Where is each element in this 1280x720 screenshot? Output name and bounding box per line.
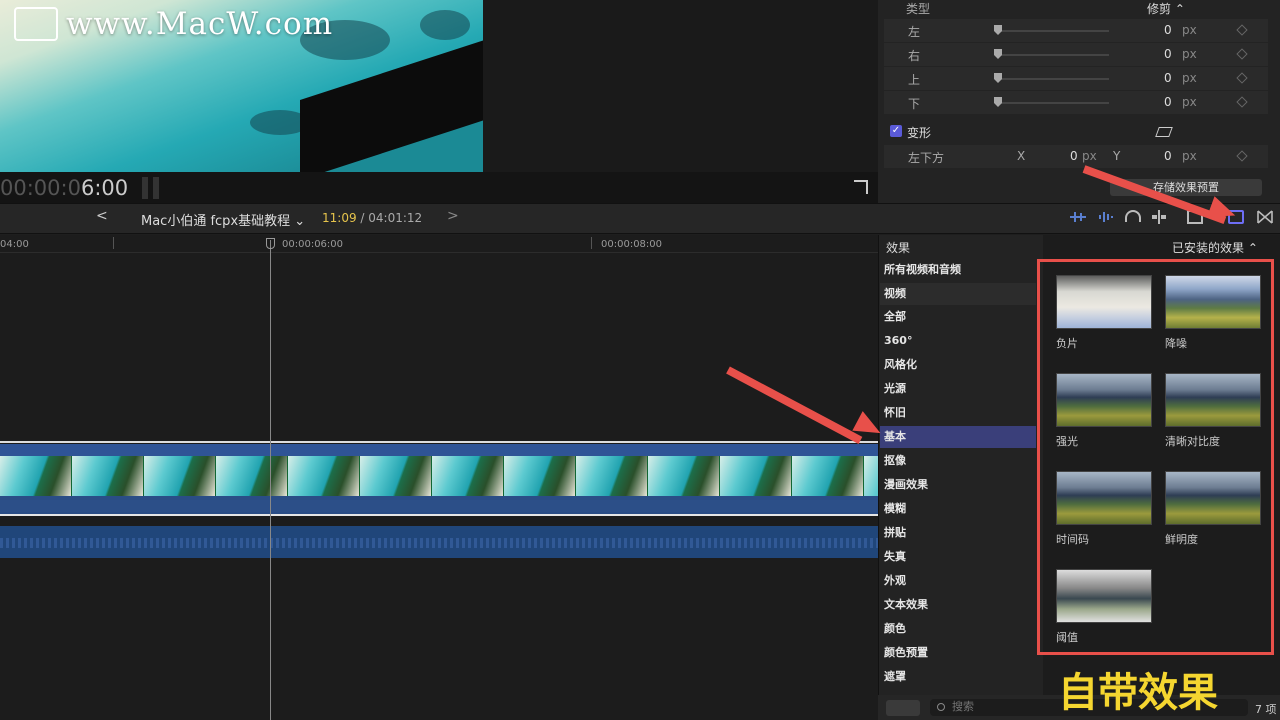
keyframe-icon[interactable] bbox=[1236, 150, 1248, 162]
playhead[interactable] bbox=[270, 240, 271, 720]
sidebar-toggle-button[interactable] bbox=[886, 700, 920, 716]
effects-category-item[interactable]: 360° bbox=[880, 330, 1036, 352]
playhead-handle[interactable] bbox=[266, 238, 275, 249]
effects-category-item[interactable]: 文本效果 bbox=[880, 594, 1036, 616]
effects-category-item[interactable]: 怀旧 bbox=[880, 402, 1036, 424]
effects-category-item[interactable]: 失真 bbox=[880, 546, 1036, 568]
keyframe-icon[interactable] bbox=[1236, 24, 1248, 36]
annotation-frame bbox=[1037, 259, 1274, 655]
effects-category-item[interactable]: 拼贴 bbox=[880, 522, 1036, 544]
snapping-icon[interactable] bbox=[1151, 210, 1167, 224]
keyframe-icon[interactable] bbox=[1236, 72, 1248, 84]
crop-top-row: 上 0 px bbox=[884, 67, 1268, 90]
watermark: www.MacW.com bbox=[14, 6, 333, 42]
solo-icon[interactable] bbox=[1098, 210, 1114, 224]
pause-icon[interactable] bbox=[142, 177, 162, 199]
forward-button[interactable]: > bbox=[447, 208, 459, 224]
keyframe-icon[interactable] bbox=[1236, 48, 1248, 60]
back-button[interactable]: < bbox=[96, 208, 108, 224]
effects-category-item[interactable]: 颜色 bbox=[880, 618, 1036, 640]
effects-category-item[interactable]: 漫画效果 bbox=[880, 474, 1036, 496]
slider-knob[interactable] bbox=[994, 49, 1002, 59]
search-icon bbox=[937, 703, 945, 711]
slider-knob[interactable] bbox=[994, 73, 1002, 83]
transform-label: 变形 bbox=[907, 126, 932, 140]
project-title-dropdown[interactable]: Mac小伯通 fcpx基础教程 ⌄ bbox=[141, 210, 305, 229]
effects-category-item[interactable]: 全部 bbox=[880, 306, 1036, 328]
effects-category-item[interactable]: 模糊 bbox=[880, 498, 1036, 520]
audio-skimming-icon[interactable] bbox=[1070, 210, 1086, 224]
type-dropdown[interactable]: 修剪 ⌃ bbox=[1147, 0, 1185, 17]
crop-right-row: 右 0 px bbox=[884, 43, 1268, 66]
keyframe-icon[interactable] bbox=[1236, 96, 1248, 108]
effects-category-item[interactable]: 视频 bbox=[880, 283, 1036, 305]
fullscreen-icon[interactable] bbox=[854, 180, 868, 194]
ruler-label: 00:00:06:00 bbox=[282, 239, 344, 250]
transform-checkbox[interactable]: ✓ bbox=[890, 125, 902, 137]
effects-category-item[interactable]: 颜色预置 bbox=[880, 642, 1036, 664]
viewer-timecode: 00:00:06:00 bbox=[0, 176, 129, 200]
effects-category-item[interactable]: 遮罩 bbox=[880, 666, 1036, 688]
crop-bottom-row: 下 0 px bbox=[884, 91, 1268, 114]
effects-category-item[interactable]: 外观 bbox=[880, 570, 1036, 592]
caption-text: 自带效果 bbox=[1058, 670, 1218, 716]
headphones-icon[interactable] bbox=[1125, 210, 1141, 222]
clip-filmstrip bbox=[0, 456, 936, 496]
bottom-left-row: 左下方 X 0 px Y 0 px bbox=[884, 145, 1268, 168]
item-count: 7 项 bbox=[1255, 703, 1277, 716]
effects-header: 效果 bbox=[886, 241, 911, 255]
effects-category-item[interactable]: 风格化 bbox=[880, 354, 1036, 376]
effects-category-item[interactable]: 所有视频和音频 bbox=[880, 259, 1036, 281]
timeline-ruler[interactable] bbox=[0, 235, 878, 253]
slider-knob[interactable] bbox=[994, 25, 1002, 35]
audio-waveform bbox=[0, 538, 878, 548]
project-duration: 11:09 / 04:01:12 bbox=[322, 211, 423, 225]
ruler-label: 04:00 bbox=[0, 239, 29, 250]
viewer-timecode-bar bbox=[0, 172, 878, 203]
watermark-logo-icon bbox=[14, 7, 58, 41]
effects-category-item[interactable]: 光源 bbox=[880, 378, 1036, 400]
type-label: 类型 bbox=[906, 2, 931, 16]
installed-effects-dropdown[interactable]: 已安装的效果 ⌃ bbox=[1172, 239, 1258, 256]
ruler-label: 00:00:08:00 bbox=[601, 239, 663, 250]
effects-category-item[interactable]: 基本 bbox=[880, 426, 1036, 448]
slider-knob[interactable] bbox=[994, 97, 1002, 107]
transitions-browser-icon[interactable] bbox=[1257, 210, 1273, 224]
crop-left-row: 左 0 px bbox=[884, 19, 1268, 42]
effects-category-item[interactable]: 抠像 bbox=[880, 450, 1036, 472]
